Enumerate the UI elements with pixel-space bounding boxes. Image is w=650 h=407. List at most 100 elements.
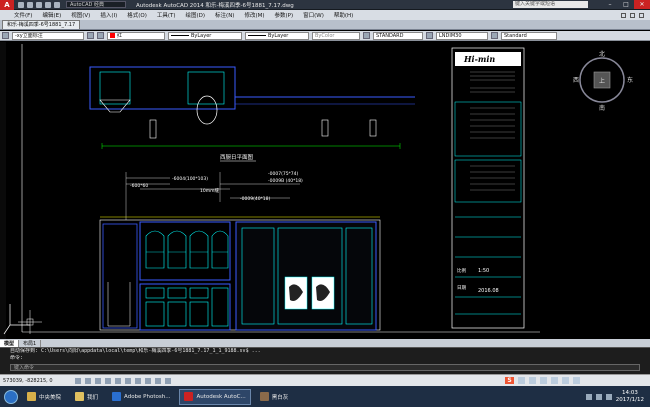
tray-flag-icon[interactable] [605,393,612,400]
layer-icon[interactable] [2,32,9,39]
command-window: 自动保存到: C:\Users\向阳\appdata\local\temp\和乐… [0,347,650,374]
new-file-icon[interactable] [18,1,24,8]
menu-edit[interactable]: 编辑(E) [42,11,61,19]
menu-dimension[interactable]: 标注(N) [215,11,234,19]
ime-mode-icon[interactable] [518,377,525,384]
microphone-icon[interactable] [540,377,547,384]
viewcube-top[interactable]: 上 [599,77,605,85]
menu-modify[interactable]: 修改(M) [244,11,264,19]
layer-state-icon[interactable] [97,32,104,39]
menu-tools[interactable]: 工具(T) [157,11,176,19]
start-button[interactable] [4,389,18,404]
linetype-select[interactable]: ByLayer [168,31,242,40]
otrack-toggle-icon[interactable] [124,377,131,384]
ime-s-icon[interactable]: S [505,377,514,384]
dim-style-icon[interactable] [426,32,433,39]
snap-toggle-icon[interactable] [74,377,81,384]
tray-network-icon[interactable] [585,393,592,400]
taskbar-item-photoshop[interactable]: Adobe Photosh... [107,389,175,405]
transparency-toggle-icon[interactable] [164,377,171,384]
drawing-canvas[interactable]: 西厨日平面图 -6004(100*103) -600*60 10mm缝 -000… [0,42,650,339]
close-button[interactable]: ✕ [634,0,650,9]
menu-help[interactable]: 帮助(H) [334,11,353,19]
note-6: -0009B (40*18) [268,178,303,184]
lineweight-select[interactable]: ByLayer [245,31,309,40]
open-file-icon[interactable] [27,1,33,8]
document-window-controls [621,12,644,18]
search-input[interactable]: 键入关键字或短语 [513,1,588,8]
keyboard-icon[interactable] [551,377,558,384]
autocad-logo-icon[interactable]: A [0,0,14,10]
viewcube-west[interactable]: 西 [573,77,579,84]
minimize-button[interactable]: – [602,0,618,9]
coordinate-readout: 573039, -828215, 0 [3,377,53,384]
table-style-select[interactable]: Standard [501,31,557,40]
viewcube-south[interactable]: 南 [599,104,605,112]
ducs-toggle-icon[interactable] [134,377,141,384]
doc-close-icon[interactable] [639,12,644,18]
taskbar-item-folder2[interactable]: 我们 [70,389,103,405]
brand-logo: Hi-min [463,54,495,64]
command-history: 自动保存到: C:\Users\向阳\appdata\local\temp\和乐… [10,348,261,354]
lineweight-label: ByLayer [268,32,289,39]
crosshair-cursor [18,310,42,334]
menu-file[interactable]: 文件(F) [14,11,32,19]
settings-icon[interactable] [573,377,580,384]
menu-window[interactable]: 窗口(W) [303,11,324,19]
dimension-style-select[interactable]: LNDIM30 [436,31,488,40]
system-tray: 14:03 2017/1/12 [585,390,644,404]
dyn-toggle-icon[interactable] [144,377,151,384]
layer-manager-icon[interactable] [87,32,94,39]
menu-insert[interactable]: 插入(I) [100,11,117,19]
text-style-select[interactable]: STANDARD [373,31,423,40]
save-icon[interactable] [36,1,42,8]
viewcube[interactable]: 北 南 东 西 上 [573,50,633,112]
tab-model[interactable]: 模型 [0,339,20,347]
plotstyle-select[interactable]: ByColor [312,31,360,40]
table-style-icon[interactable] [491,32,498,39]
taskbar-item-folder1[interactable]: 中央美院 [22,389,66,405]
taskbar-item-image[interactable]: 黑白灰 [255,389,294,405]
ime-punct-icon[interactable] [529,377,536,384]
clock-date: 2017/1/12 [615,396,644,403]
tab-layout1[interactable]: 布局1 [19,339,42,347]
viewcube-north[interactable]: 北 [599,50,605,58]
system-clock[interactable]: 14:03 2017/1/12 [616,390,644,404]
red-swatch-icon [110,32,115,38]
date-label: 日期 [457,285,466,291]
menu-draw[interactable]: 绘图(D) [186,11,206,19]
photoshop-icon [112,392,122,401]
maximize-button[interactable]: □ [618,0,634,9]
lineweight-sample-icon [248,34,266,36]
tray-volume-icon[interactable] [595,393,602,400]
doc-restore-icon[interactable] [630,12,635,18]
menu-format[interactable]: 格式(O) [127,11,147,19]
autocad-window: A AutoCAD 经典 Autodesk AutoCAD 2014 和乐-梅溪… [0,0,650,407]
menu-parametric[interactable]: 参数(P) [275,11,294,19]
polar-toggle-icon[interactable] [104,377,111,384]
workspace-select[interactable]: AutoCAD 经典 [66,1,126,8]
grid-toggle-icon[interactable] [84,377,91,384]
lineweight-toggle-icon[interactable] [154,377,161,384]
note-3: 10mm缝 [200,187,219,194]
menu-view[interactable]: 视图(V) [71,11,90,19]
undo-icon[interactable] [45,1,51,8]
taskbar-label: 黑白灰 [271,394,289,401]
viewcube-east[interactable]: 东 [627,76,633,84]
taskbar-item-autocad[interactable]: Autodesk AutoC... [179,388,251,405]
redo-icon[interactable] [54,1,60,8]
text-style-icon[interactable] [363,32,370,39]
doc-minimize-icon[interactable] [621,12,626,18]
scale-label: 比例 [457,267,466,274]
ortho-toggle-icon[interactable] [94,377,101,384]
color-label: 红 [117,32,123,39]
color-select[interactable]: 红 [107,31,165,40]
title-bar: A AutoCAD 经典 Autodesk AutoCAD 2014 和乐-梅溪… [0,0,650,10]
command-input[interactable]: 键入命令 [10,364,640,371]
linetype-sample-icon [171,34,189,36]
dimstyle-select[interactable]: -xy立面标注 [12,31,84,40]
user-icon[interactable] [562,377,569,384]
linetype-label: ByLayer [191,32,212,39]
osnap-toggle-icon[interactable] [114,377,121,384]
document-tab[interactable]: 和乐-梅溪四季-6号1881_7.17 [2,20,81,29]
